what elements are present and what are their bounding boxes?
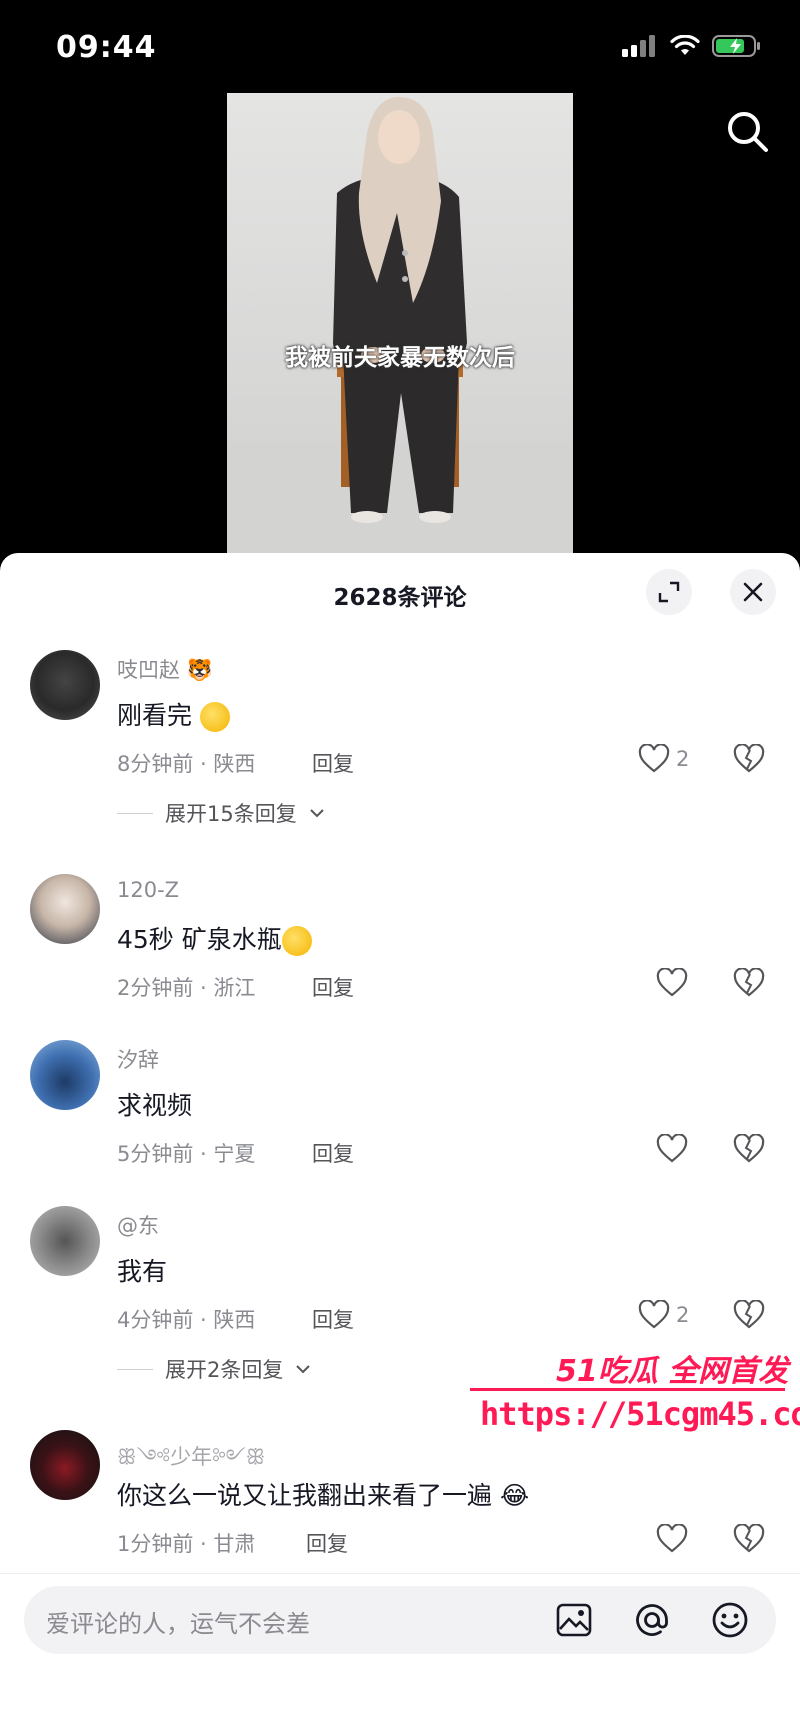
laughing-crying-emoji-icon: 😂 — [499, 1481, 530, 1510]
chevron-down-icon — [296, 1365, 311, 1374]
like-button[interactable] — [656, 1134, 688, 1164]
broken-heart-icon[interactable] — [733, 968, 765, 998]
wifi-icon — [670, 35, 700, 55]
watermark-divider — [470, 1388, 785, 1391]
avatar[interactable] — [30, 1206, 100, 1276]
heart-icon — [638, 1300, 670, 1329]
reply-button[interactable]: 回复 — [312, 972, 354, 1002]
reply-button[interactable]: 回复 — [312, 1304, 354, 1334]
watermark-title: 51吃瓜 全网首发 — [556, 1354, 789, 1389]
expand-icon — [658, 581, 680, 603]
like-button[interactable]: 2 — [638, 1300, 689, 1330]
comment-text: 求视频 — [117, 1091, 193, 1120]
image-icon[interactable] — [554, 1600, 594, 1640]
video-subtitle: 我被前夫家暴无数次后 — [285, 344, 515, 371]
reply-button[interactable]: 回复 — [312, 748, 354, 778]
comment-meta: 2分钟前 · 浙江 — [117, 976, 256, 1000]
broken-heart-icon[interactable] — [733, 1300, 765, 1330]
decorative-flourish-icon: ༻ꕥ — [212, 1445, 266, 1469]
mention-icon[interactable] — [632, 1600, 672, 1640]
expand-replies-button[interactable]: 展开2条回复 — [117, 1354, 311, 1384]
like-button[interactable] — [656, 968, 688, 998]
input-divider — [0, 1573, 800, 1574]
reply-button[interactable]: 回复 — [306, 1528, 348, 1558]
battery-icon — [712, 35, 760, 57]
broken-heart-icon[interactable] — [733, 744, 765, 774]
status-icons — [622, 34, 762, 58]
video-player[interactable]: 我被前夫家暴无数次后 — [227, 93, 573, 553]
comment-username[interactable]: 120-Z — [117, 878, 179, 902]
expand-replies-button[interactable]: 展开15条回复 — [117, 798, 325, 828]
search-icon[interactable] — [724, 108, 772, 156]
watermark-url: https://51cgm45.com — [480, 1395, 800, 1433]
avatar[interactable] — [30, 1430, 100, 1500]
comment-text: 我有 — [117, 1257, 168, 1286]
broken-heart-icon[interactable] — [733, 1524, 765, 1554]
like-count: 2 — [676, 1303, 690, 1327]
heart-icon — [656, 1524, 688, 1553]
reply-button[interactable]: 回复 — [312, 1138, 354, 1168]
expand-sheet-button[interactable] — [646, 569, 692, 615]
comment-meta: 5分钟前 · 宁夏 — [117, 1142, 256, 1166]
chevron-down-icon — [310, 809, 324, 818]
comment-username[interactable]: 吱凹赵 🐯 — [117, 654, 213, 684]
emoji-icon[interactable] — [710, 1600, 750, 1640]
avatar[interactable] — [30, 874, 100, 944]
close-icon — [743, 582, 763, 602]
comment-input-placeholder[interactable]: 爱评论的人，运气不会差 — [46, 1604, 310, 1639]
avatar[interactable] — [30, 1040, 100, 1110]
like-count: 2 — [676, 747, 690, 771]
signal-icon — [622, 35, 655, 57]
comment-input-bar[interactable]: 爱评论的人，运气不会差 — [24, 1586, 776, 1654]
comment-username[interactable]: 汐辞 — [117, 1044, 159, 1074]
comment-text: 45秒 矿泉水瓶 — [117, 920, 312, 956]
flushed-emoji-icon — [199, 702, 230, 732]
heart-icon — [656, 968, 688, 997]
like-button[interactable] — [656, 1524, 688, 1554]
comment-meta: 4分钟前 · 陕西 — [117, 1308, 256, 1332]
like-button[interactable]: 2 — [638, 744, 689, 774]
comment-meta: 8分钟前 · 陕西 — [117, 752, 256, 776]
heart-icon — [656, 1134, 688, 1163]
comment-meta: 1分钟前 · 甘肃 — [117, 1532, 256, 1556]
flushed-emoji-icon — [281, 926, 312, 956]
comment-text: 刚看完 — [117, 696, 230, 732]
decorative-flourish-icon: ꕥ༺ — [117, 1445, 171, 1469]
tiger-emoji-icon: 🐯 — [186, 658, 213, 682]
status-time: 09:44 — [56, 30, 157, 65]
broken-heart-icon[interactable] — [733, 1134, 765, 1164]
comment-text: 你这么一说又让我翻出来看了一遍 😂 — [117, 1481, 530, 1510]
comment-username[interactable]: @东 — [117, 1210, 159, 1240]
close-button[interactable] — [730, 569, 776, 615]
video-person-illustration — [333, 97, 467, 523]
avatar[interactable] — [30, 650, 100, 720]
heart-icon — [638, 744, 670, 773]
